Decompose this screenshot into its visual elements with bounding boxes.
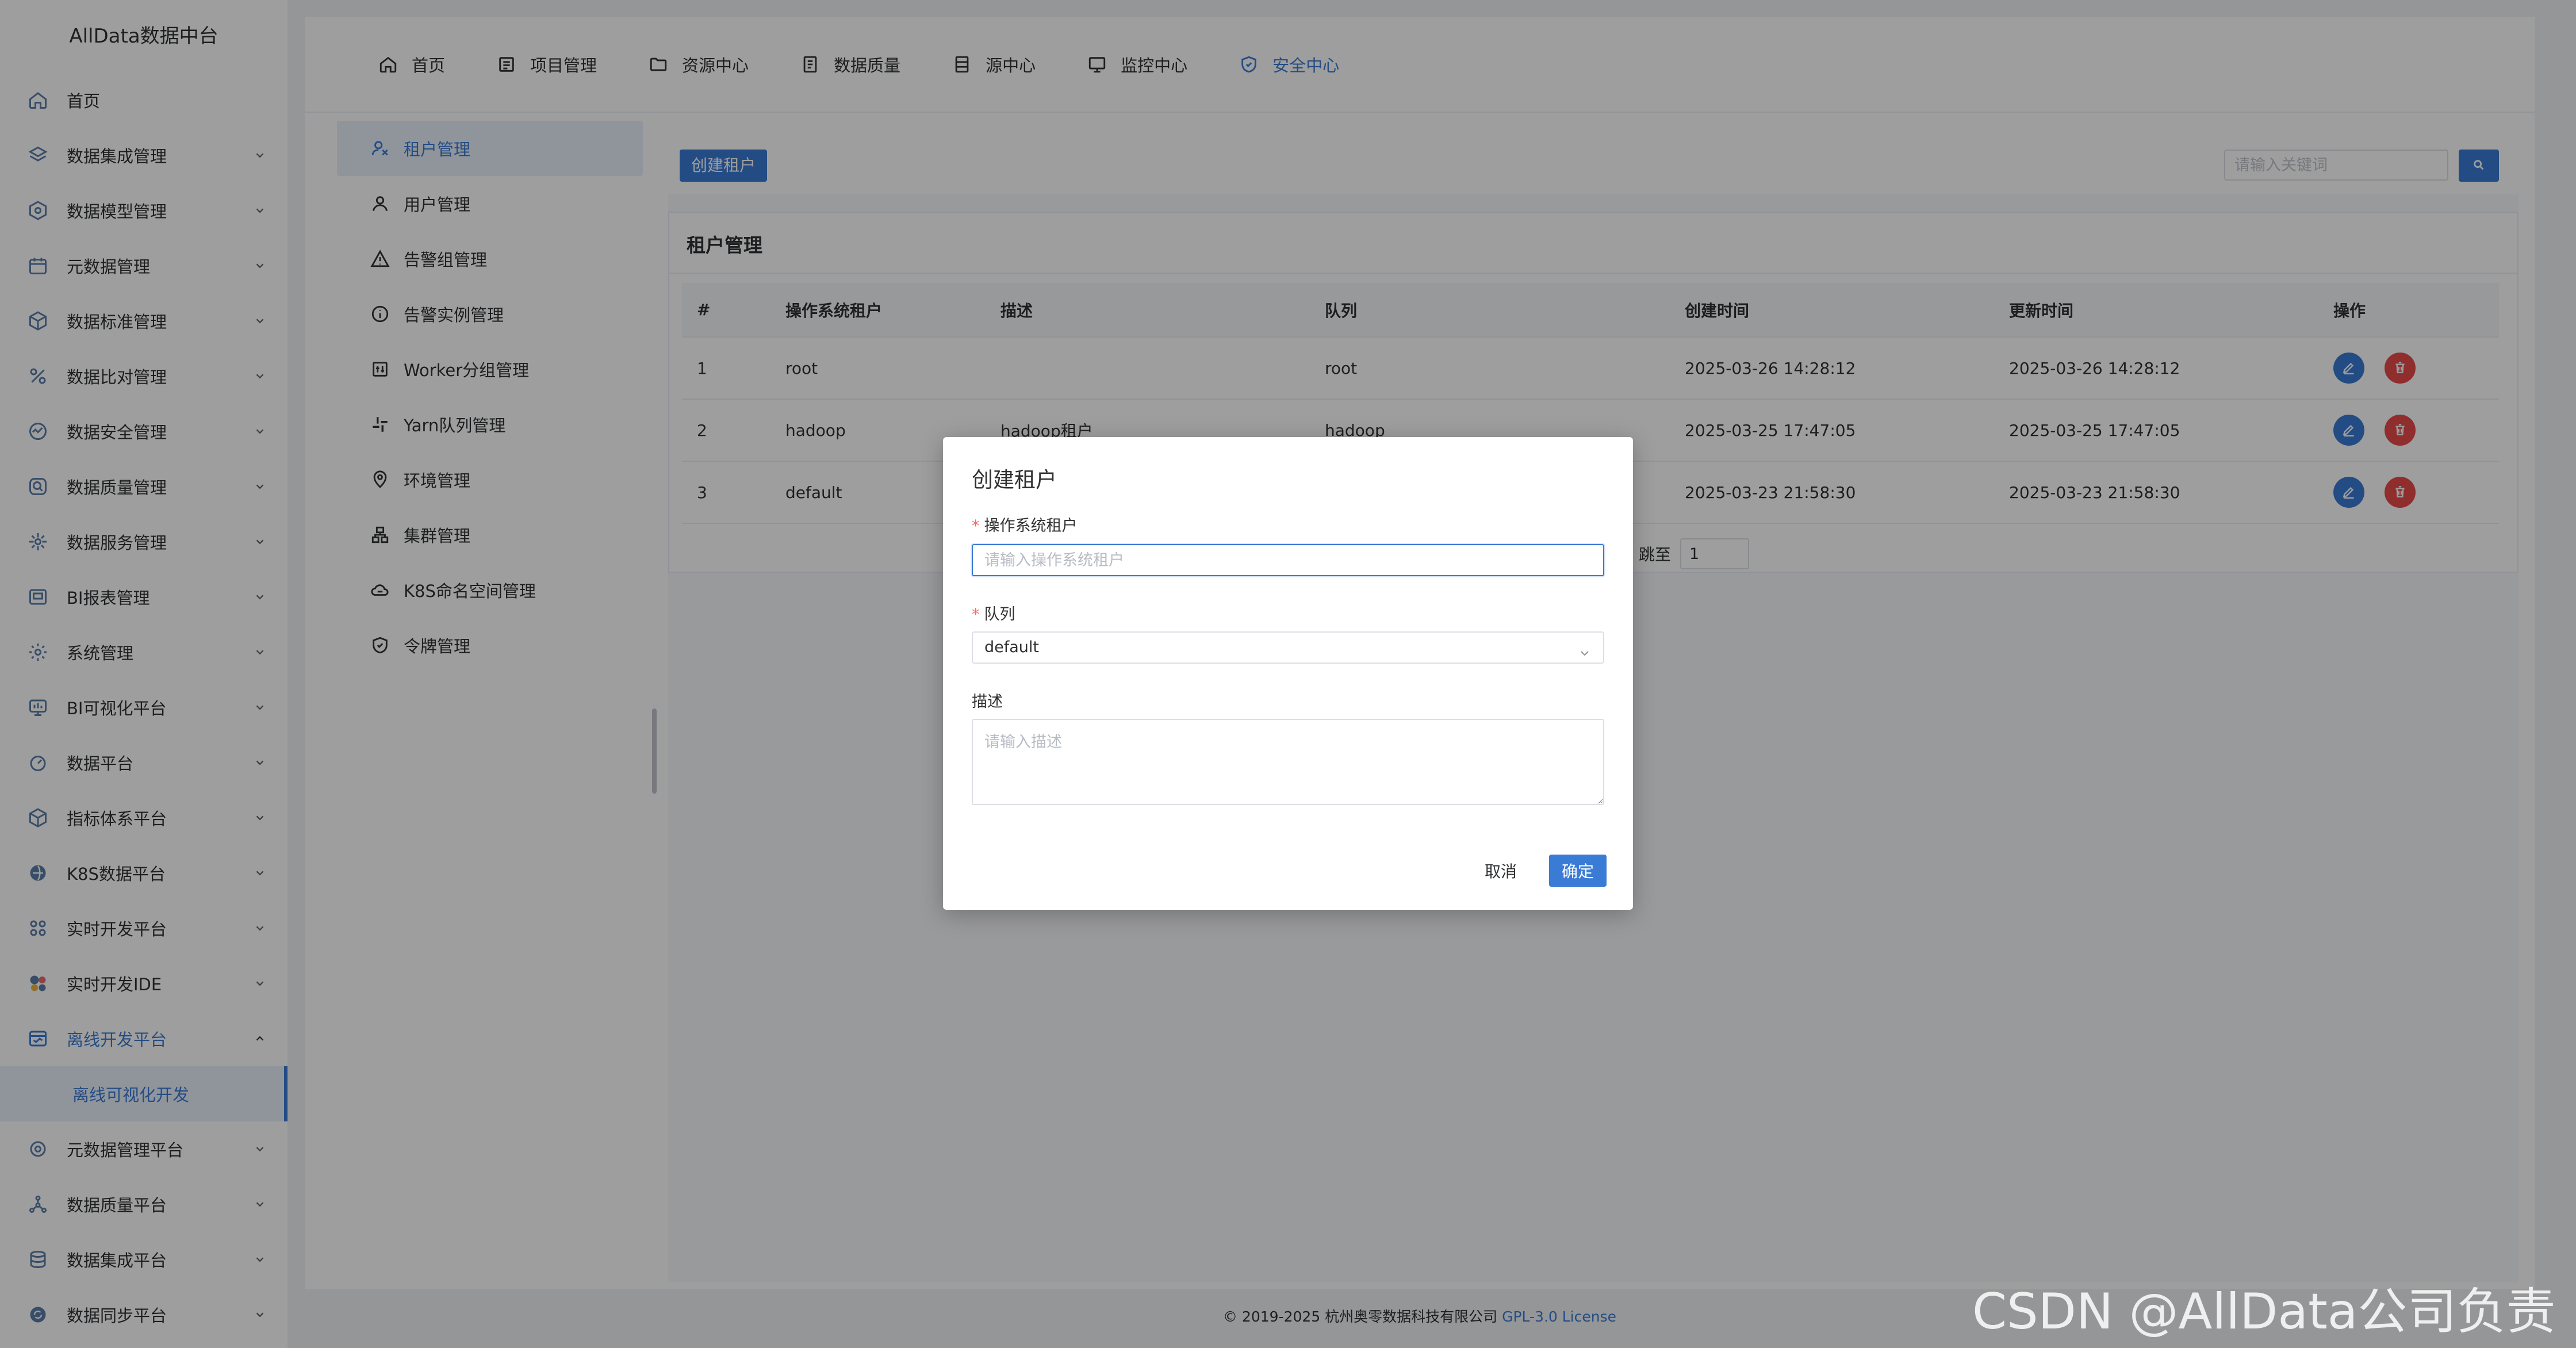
- tenant-field-label: * 操作系统租户: [972, 513, 1078, 535]
- desc-label-text: 描述: [972, 693, 1003, 711]
- create-tenant-dialog: 创建租户 *操作系统租户 *队列 default 描述 取消 确定: [943, 437, 1633, 910]
- cancel-button[interactable]: 取消: [1478, 855, 1524, 887]
- required-mark: *: [972, 606, 980, 623]
- required-mark: *: [972, 517, 980, 535]
- tenant-label-text: 操作系统租户: [984, 517, 1078, 535]
- queue-select[interactable]: default: [972, 631, 1604, 664]
- tenant-name-input[interactable]: [972, 544, 1604, 576]
- desc-field-label: 描述: [972, 689, 1003, 711]
- queue-label-text: 队列: [984, 606, 1015, 623]
- chevron-down-icon: [1578, 641, 1592, 656]
- description-textarea[interactable]: [972, 719, 1604, 805]
- dialog-title: 创建租户: [972, 468, 1057, 492]
- queue-selected-value: default: [984, 638, 1040, 656]
- csdn-watermark: CSDN @AllData公司负责人: [1972, 1283, 2556, 1341]
- queue-field-label: * 队列: [972, 602, 1015, 624]
- confirm-button[interactable]: 确定: [1549, 855, 1607, 887]
